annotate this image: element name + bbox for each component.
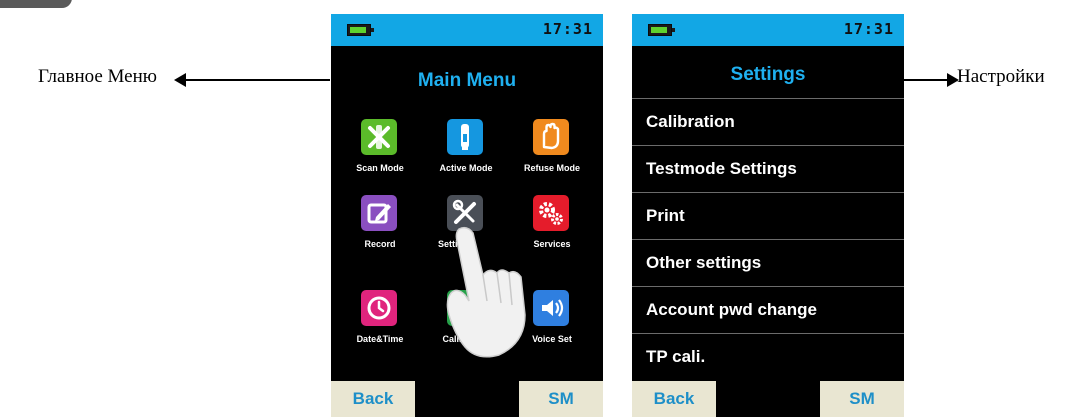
scan-mode-icon: [361, 119, 397, 155]
settings-callout-label: Настройки: [957, 66, 1045, 87]
back-button[interactable]: Back: [331, 381, 415, 417]
settings-item-tp-cali[interactable]: TP cali.: [632, 334, 904, 380]
bottom-bar: Back SM: [632, 379, 904, 417]
menu-item-label: Refuse Mode: [523, 163, 580, 173]
status-bar: 17:31: [632, 14, 904, 46]
settings-item-account-pwd-change[interactable]: Account pwd change: [632, 287, 904, 334]
menu-item-active-mode[interactable]: Active Mode: [426, 119, 506, 189]
menu-item-date-time[interactable]: Date&Time: [340, 290, 420, 360]
corner-tab: [0, 0, 72, 8]
menu-item-label: Active Mode: [439, 163, 493, 173]
battery-icon: [648, 24, 675, 36]
status-bar: 17:31: [331, 14, 603, 46]
speaker-icon: [533, 290, 569, 326]
settings-item-other-settings[interactable]: Other settings: [632, 240, 904, 287]
left-arrow-icon: [174, 73, 330, 87]
settings-item-print[interactable]: Print: [632, 193, 904, 240]
menu-item-refuse-mode[interactable]: Refuse Mode: [512, 119, 592, 189]
pointing-hand-icon: [446, 226, 526, 358]
menu-item-label: Record: [364, 239, 396, 249]
sm-button[interactable]: SM: [519, 381, 603, 417]
active-mode-icon: [447, 119, 483, 155]
clock-time: 17:31: [542, 20, 593, 38]
sm-button[interactable]: SM: [820, 381, 904, 417]
clock-icon: [361, 290, 397, 326]
menu-item-label: Date&Time: [356, 334, 404, 344]
main-menu-callout-label: Главное Меню: [38, 66, 157, 87]
settings-item-calibration[interactable]: Calibration: [632, 98, 904, 146]
settings-list: Calibration Testmode Settings Print Othe…: [632, 98, 904, 380]
settings-screen: 17:31 Settings Calibration Testmode Sett…: [632, 14, 904, 417]
battery-icon: [347, 24, 374, 36]
right-arrow-icon: [903, 73, 959, 87]
page-title: Main Menu: [417, 70, 517, 91]
page-title: Settings: [730, 64, 806, 85]
back-button[interactable]: Back: [632, 381, 716, 417]
menu-item-scan-mode[interactable]: Scan Mode: [340, 119, 420, 189]
refuse-mode-icon: [533, 119, 569, 155]
record-icon: [361, 195, 397, 231]
clock-time: 17:31: [843, 20, 894, 38]
main-menu-screen: 17:31 Main Menu Scan Mode Active Mode Re…: [331, 14, 603, 417]
menu-item-record[interactable]: Record: [340, 195, 420, 265]
bottom-bar: Back SM: [331, 379, 603, 417]
settings-item-testmode-settings[interactable]: Testmode Settings: [632, 146, 904, 193]
menu-item-label: Scan Mode: [356, 163, 404, 173]
services-icon: [533, 195, 569, 231]
